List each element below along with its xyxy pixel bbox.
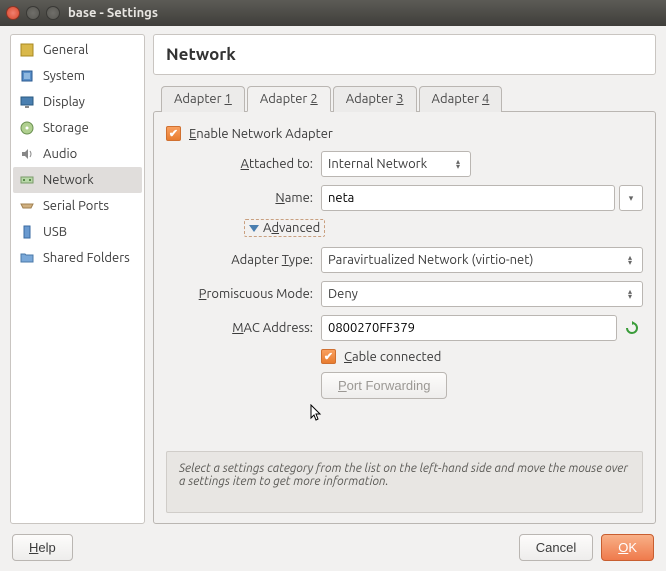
adapter-tabs: Adapter 1 Adapter 2 Adapter 3 Adapter 4: [161, 85, 656, 111]
sidebar-item-system[interactable]: System: [13, 63, 142, 89]
advanced-toggle[interactable]: Advanced: [244, 219, 325, 237]
usb-icon: [19, 224, 35, 240]
help-button[interactable]: Help: [12, 534, 73, 561]
chip-icon: [19, 68, 35, 84]
titlebar: base - Settings: [0, 0, 666, 26]
refresh-icon: [624, 320, 640, 336]
sidebar-item-label: General: [43, 43, 88, 57]
sidebar-item-label: Storage: [43, 121, 89, 135]
sidebar-item-usb[interactable]: USB: [13, 219, 142, 245]
folder-icon: [19, 250, 35, 266]
help-text: Select a settings category from the list…: [166, 451, 643, 513]
adapter-panel: ✔ Enable Network Adapter Attached to: In…: [153, 111, 656, 524]
tab-adapter-4[interactable]: Adapter 4: [419, 86, 503, 112]
sidebar-item-storage[interactable]: Storage: [13, 115, 142, 141]
mac-address-input[interactable]: [321, 315, 617, 341]
adapter-type-select[interactable]: Paravirtualized Network (virtio-net) ▴▾: [321, 247, 643, 273]
sidebar-item-shared-folders[interactable]: Shared Folders: [13, 245, 142, 271]
sidebar-item-label: Network: [43, 173, 94, 187]
sidebar-item-network[interactable]: Network: [13, 167, 142, 193]
name-label: Name:: [166, 191, 321, 205]
window-controls: [6, 6, 60, 20]
sidebar-item-label: System: [43, 69, 85, 83]
promiscuous-mode-select[interactable]: Deny ▴▾: [321, 281, 643, 307]
sidebar-item-label: Audio: [43, 147, 77, 161]
cable-connected-checkbox[interactable]: ✔: [321, 349, 336, 364]
window-title: base - Settings: [68, 6, 158, 20]
page-title: Network: [153, 34, 656, 75]
network-icon: [19, 172, 35, 188]
maximize-window-button[interactable]: [46, 6, 60, 20]
cancel-button[interactable]: Cancel: [519, 534, 593, 561]
ok-button[interactable]: OK: [601, 534, 654, 561]
tab-adapter-2[interactable]: Adapter 2: [247, 86, 331, 112]
spinner-icon: ▴▾: [624, 289, 636, 299]
tab-adapter-3[interactable]: Adapter 3: [333, 86, 417, 112]
serial-icon: [19, 198, 35, 214]
mac-address-label: MAC Address:: [166, 321, 321, 335]
spinner-icon: ▴▾: [624, 255, 636, 265]
display-icon: [19, 94, 35, 110]
enable-adapter-label: Enable Network Adapter: [189, 127, 333, 141]
sidebar-item-label: Shared Folders: [43, 251, 130, 265]
sidebar-item-audio[interactable]: Audio: [13, 141, 142, 167]
enable-adapter-checkbox[interactable]: ✔: [166, 126, 181, 141]
triangle-down-icon: [249, 225, 259, 232]
spinner-icon: ▴▾: [452, 159, 464, 169]
close-window-button[interactable]: [6, 6, 20, 20]
sidebar-item-general[interactable]: General: [13, 37, 142, 63]
name-input[interactable]: [321, 185, 615, 211]
dialog-footer: Help Cancel OK: [0, 524, 666, 571]
sidebar-item-label: Display: [43, 95, 85, 109]
storage-icon: [19, 120, 35, 136]
attached-to-label: Attached to:: [166, 157, 321, 171]
tab-adapter-1[interactable]: Adapter 1: [161, 86, 245, 112]
settings-sidebar: General System Display Storage Audio Net…: [10, 34, 145, 524]
attached-to-select[interactable]: Internal Network ▴▾: [321, 151, 471, 177]
sidebar-item-label: Serial Ports: [43, 199, 109, 213]
name-dropdown-button[interactable]: ▾: [619, 185, 643, 211]
sidebar-item-label: USB: [43, 225, 67, 239]
sidebar-item-display[interactable]: Display: [13, 89, 142, 115]
audio-icon: [19, 146, 35, 162]
minimize-window-button[interactable]: [26, 6, 40, 20]
sidebar-item-serial-ports[interactable]: Serial Ports: [13, 193, 142, 219]
general-icon: [19, 42, 35, 58]
adapter-type-label: Adapter Type:: [166, 253, 321, 267]
promiscuous-mode-label: Promiscuous Mode:: [166, 287, 321, 301]
refresh-mac-button[interactable]: [621, 317, 643, 339]
cable-connected-label: Cable connected: [344, 350, 441, 364]
port-forwarding-button[interactable]: Port Forwarding: [321, 372, 447, 399]
